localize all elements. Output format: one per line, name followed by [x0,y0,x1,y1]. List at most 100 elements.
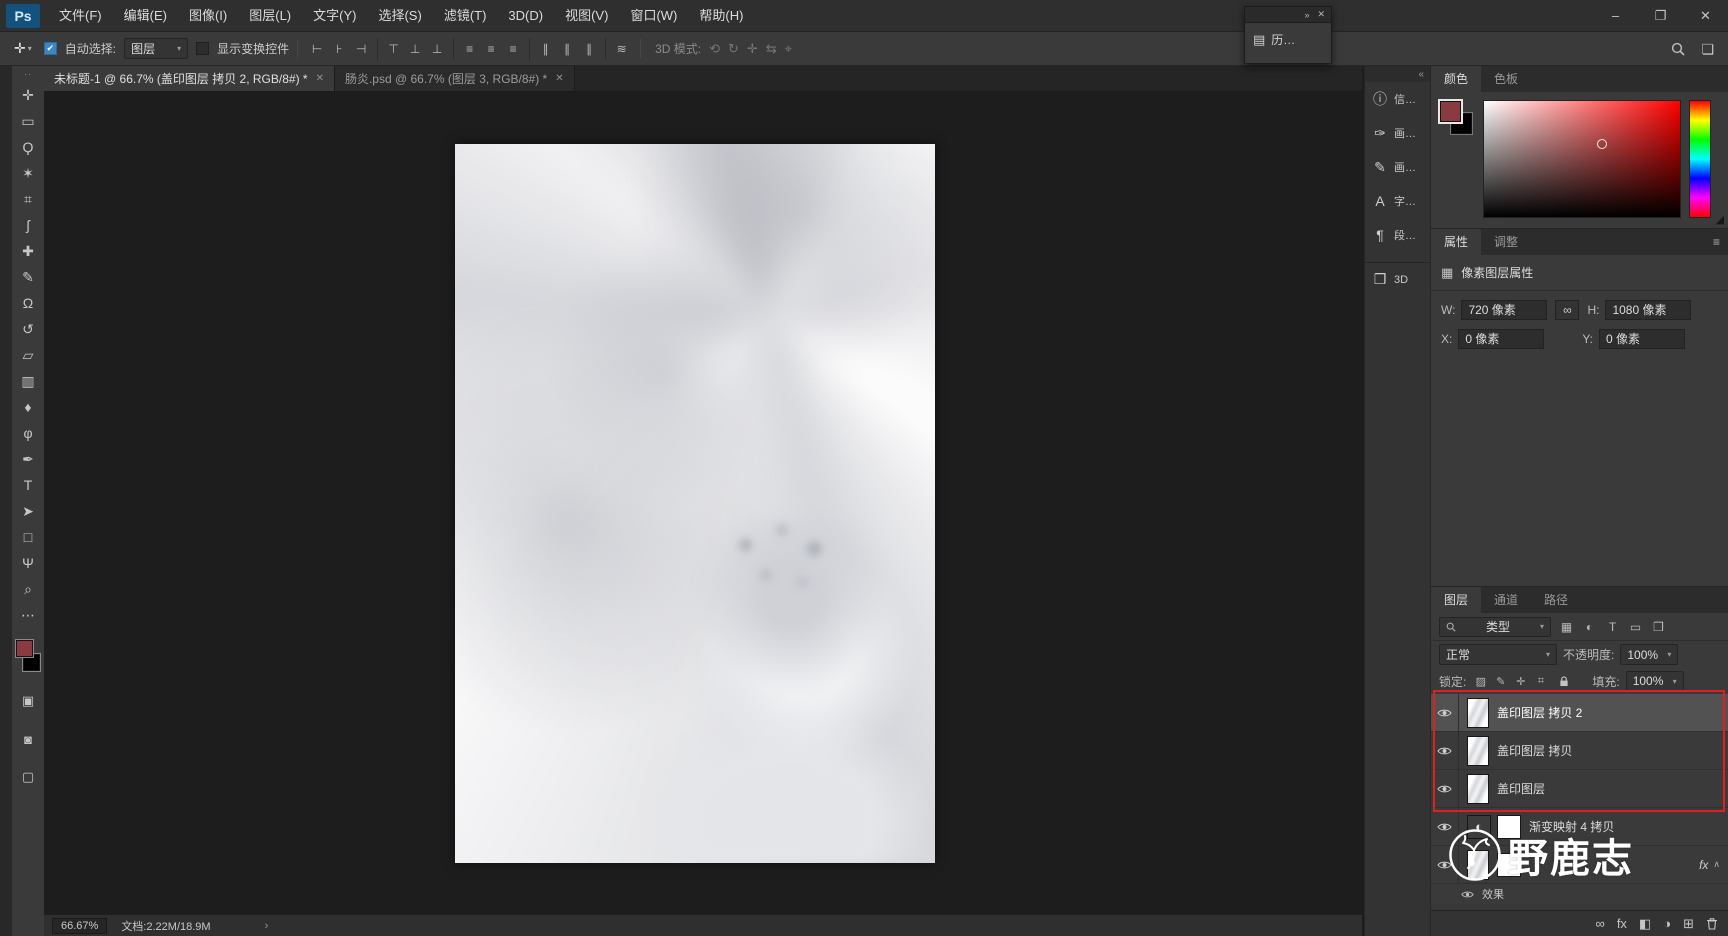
status-options-button[interactable]: › [265,920,269,932]
filter-smart-objects[interactable]: ❒ [1649,617,1668,636]
auto-select-checkbox[interactable]: ✔ [43,42,57,55]
selection-mode-button[interactable]: ▣ [15,688,41,714]
lock-image-pixels[interactable]: ✎ [1492,673,1509,690]
align-right-edges[interactable]: ⊣ [350,38,372,60]
rectangular-marquee-tool[interactable]: ▭ [15,108,41,134]
distribute-vertical-centers[interactable]: ≡ [480,38,502,60]
width-field[interactable]: 720 像素 [1461,300,1548,320]
menu-item[interactable]: 视图(V) [554,0,619,32]
dodge-tool[interactable]: φ [15,420,41,446]
history-brush-tool[interactable]: ↺ [15,316,41,342]
opacity-select[interactable]: 100% ▾ [1620,644,1679,665]
layer-thumbnail[interactable] [1467,773,1489,804]
move-tool[interactable]: ✛ [15,82,41,108]
document-artwork[interactable] [455,144,935,863]
brush-tool[interactable]: ✎ [15,264,41,290]
menu-item[interactable]: 图像(I) [178,0,238,32]
spot-healing-brush-tool[interactable]: ✚ [15,238,41,264]
layer-thumbnail[interactable] [1467,697,1489,728]
color-picker-indicator[interactable] [1596,138,1607,149]
maximize-button[interactable]: ❐ [1638,0,1683,31]
effects-row[interactable]: 效果 [1431,884,1728,904]
lasso-tool[interactable]: Ϙ [15,134,41,160]
link-layers-button[interactable]: ∞ [1596,916,1605,931]
constrain-proportions-link-icon[interactable]: ∞ [1555,300,1580,320]
filter-type-layers[interactable]: T [1603,617,1622,636]
filter-adjustment-layers[interactable]: ◐ [1580,617,1599,636]
distribute-right-edges[interactable]: ∥ [578,38,600,60]
character-panel[interactable]: A 字… [1365,184,1430,218]
tab-properties[interactable]: 属性 [1431,229,1482,255]
lock-transparent-pixels[interactable]: ▨ [1472,673,1489,690]
layer-effects-badge[interactable]: fx ∧ [1699,858,1720,872]
3d-panel[interactable]: ❒ 3D [1365,262,1430,296]
tab-close-icon[interactable]: ✕ [316,73,324,84]
layer-visibility-toggle[interactable] [1431,694,1459,731]
menu-item[interactable]: 文件(F) [48,0,113,32]
lock-artboard[interactable]: ⌗ [1532,673,1549,690]
layer-filter-type-select[interactable]: 类型 ▾ [1439,616,1551,637]
add-layer-mask-button[interactable]: ◧ [1639,916,1651,932]
tab-close-icon[interactable]: ✕ [555,73,563,84]
foreground-color-swatch[interactable] [1438,99,1463,124]
info-panel[interactable]: ⓘ 信… [1365,82,1430,116]
zoom-level-field[interactable]: 66.67% [52,917,108,934]
close-flyout-icon[interactable]: ✕ [1317,9,1325,20]
panel-tab[interactable]: 通道 [1481,587,1531,613]
document-tab[interactable]: 肠炎.psd @ 66.7% (图层 3, RGB/8#) * ✕ [334,66,575,91]
expand-panels-button[interactable]: « [1365,66,1430,82]
align-bottom-edges[interactable]: ⊥ [426,38,448,60]
quick-selection-tool[interactable]: ✶ [15,160,41,186]
auto-select-target-select[interactable]: 图层 ▾ [124,38,189,59]
menu-item[interactable]: 帮助(H) [688,0,754,32]
minimize-button[interactable]: – [1593,0,1638,31]
gradient-tool[interactable]: ▥ [15,368,41,394]
distribute-bottom-edges[interactable]: ≡ [502,38,524,60]
path-selection-tool[interactable]: ➤ [15,498,41,524]
menu-item[interactable]: 选择(S) [367,0,432,32]
panel-tab[interactable]: 颜色 [1431,66,1482,92]
blur-tool[interactable]: ♦ [15,394,41,420]
zoom-tool[interactable]: ⌕ [15,576,41,602]
hue-slider[interactable] [1689,100,1711,218]
crop-tool[interactable]: ⌗ [15,186,41,212]
tab-adjustments[interactable]: 调整 [1481,229,1531,255]
align-top-edges[interactable]: ⊤ [377,37,404,60]
blend-mode-select[interactable]: 正常 ▾ [1439,644,1557,665]
hand-tool[interactable]: Ψ [15,550,41,576]
layer-thumbnail[interactable] [1467,735,1489,766]
layer-visibility-toggle[interactable] [1431,732,1459,769]
rectangle-tool[interactable]: □ [15,524,41,550]
brushes-panel[interactable]: ✎ 画… [1365,150,1430,184]
panel-menu-icon[interactable]: ≡ [1705,235,1728,249]
align-left-edges[interactable]: ⊢ [306,38,328,60]
distribute-top-edges[interactable]: ≡ [453,37,480,60]
lock-position[interactable]: ✛ [1512,673,1529,690]
layer-row[interactable]: 盖印图层 [1431,770,1728,808]
align-horizontal-centers[interactable]: ⊦ [328,38,350,60]
3d-pan-tool[interactable]: ✛ [747,41,758,57]
edit-toolbar-button[interactable]: ⋯ [15,602,41,628]
canvas[interactable] [44,92,1362,914]
3d-orbit-tool[interactable]: ⟲ [709,41,720,57]
layer-visibility-toggle[interactable] [1431,770,1459,807]
toolbar-grip[interactable]: ·· [24,66,32,82]
y-field[interactable]: 0 像素 [1599,329,1686,349]
x-field[interactable]: 0 像素 [1458,329,1545,349]
search-icon[interactable] [1671,42,1686,56]
layer-name[interactable]: 盖印图层 [1497,780,1545,797]
screen-mode-button[interactable]: ▢ [15,764,41,790]
layer-effects-button[interactable]: fx [1617,916,1627,931]
current-tool-indicator[interactable]: ✛ ▾ [10,40,36,57]
show-transform-controls-checkbox[interactable] [196,42,210,55]
new-layer-button[interactable]: ⊞ [1683,916,1694,932]
color-swatch-widget[interactable] [14,638,42,674]
new-adjustment-layer-button[interactable]: ◑ [1663,916,1671,931]
paragraph-panel[interactable]: ¶ 段… [1365,218,1430,252]
distribute-left-edges[interactable]: ∥ [529,37,556,60]
layer-name[interactable]: 盖印图层 拷贝 [1497,742,1572,759]
eraser-tool[interactable]: ▱ [15,342,41,368]
align-vertical-centers[interactable]: ⊥ [404,38,426,60]
foreground-color-swatch[interactable] [15,639,34,658]
menu-item[interactable]: 窗口(W) [619,0,688,32]
